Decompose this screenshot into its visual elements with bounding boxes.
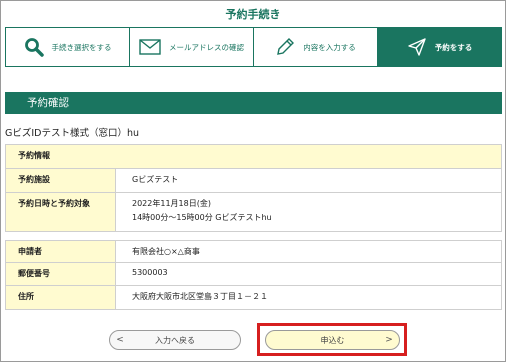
search-icon — [24, 37, 44, 57]
table-row: 予約日時と予約対象 2022年11月18日(金) 14時00分～15時00分 G… — [5, 192, 502, 232]
table-row: 予約情報 — [5, 144, 502, 169]
table-row: 住所 大阪府大阪市北区堂島３丁目１－２１ — [5, 285, 502, 310]
back-button-label: 入力へ戻る — [155, 335, 195, 345]
step-label: 内容を入力する — [303, 42, 356, 52]
step-select-procedure: 手続き選択をする — [6, 28, 130, 66]
applicant-info-table: 申請者 有限会社○×△商事 郵便番号 5300003 住所 大阪府大阪市北区堂島… — [5, 240, 502, 310]
submit-button[interactable]: 申込む > — [265, 330, 400, 350]
address-label: 住所 — [5, 285, 116, 310]
table-row: 予約施設 Gビズテスト — [5, 168, 502, 193]
step-enter-content: 内容を入力する — [254, 28, 378, 66]
mail-icon — [139, 39, 161, 55]
reservation-info-heading: 予約情報 — [5, 144, 502, 169]
submit-button-label: 申込む — [320, 335, 345, 345]
back-to-input-button[interactable]: < 入力へ戻る — [109, 330, 241, 350]
step-indicator: 手続き選択をする メールアドレスの確認 内容を入力する 予約をする — [5, 27, 502, 67]
event-title: GビズIDテスト様式（窓口）hu — [5, 128, 140, 139]
applicant-label: 申請者 — [5, 240, 116, 263]
send-icon — [407, 37, 427, 57]
reservation-info-table: 予約情報 予約施設 Gビズテスト 予約日時と予約対象 2022年11月18日(金… — [5, 144, 502, 232]
address-value: 大阪府大阪市北区堂島３丁目１－２１ — [115, 285, 502, 310]
step-label: メールアドレスの確認 — [169, 42, 244, 52]
step-email-confirm: メールアドレスの確認 — [130, 28, 254, 66]
postal-label: 郵便番号 — [5, 262, 116, 286]
postal-value: 5300003 — [115, 262, 502, 286]
table-row: 申請者 有限会社○×△商事 — [5, 240, 502, 263]
table-row: 郵便番号 5300003 — [5, 262, 502, 286]
step-make-reservation: 予約をする — [378, 28, 501, 66]
facility-value: Gビズテスト — [115, 168, 502, 193]
datetime-time: 14時00分～15時00分 Gビズテストhu — [132, 213, 272, 222]
facility-label: 予約施設 — [5, 168, 116, 193]
step-label: 手続き選択をする — [51, 42, 112, 52]
datetime-date: 2022年11月18日(金) — [132, 199, 211, 208]
section-header: 予約確認 — [5, 92, 502, 114]
datetime-value: 2022年11月18日(金) 14時00分～15時00分 Gビズテストhu — [115, 192, 502, 232]
pencil-icon — [275, 37, 295, 57]
applicant-value: 有限会社○×△商事 — [115, 240, 502, 263]
step-label: 予約をする — [434, 42, 473, 52]
chevron-right-icon: > — [385, 335, 393, 345]
chevron-left-icon: < — [116, 335, 124, 345]
page-title: 予約手続き — [225, 8, 281, 21]
datetime-label: 予約日時と予約対象 — [5, 192, 116, 232]
